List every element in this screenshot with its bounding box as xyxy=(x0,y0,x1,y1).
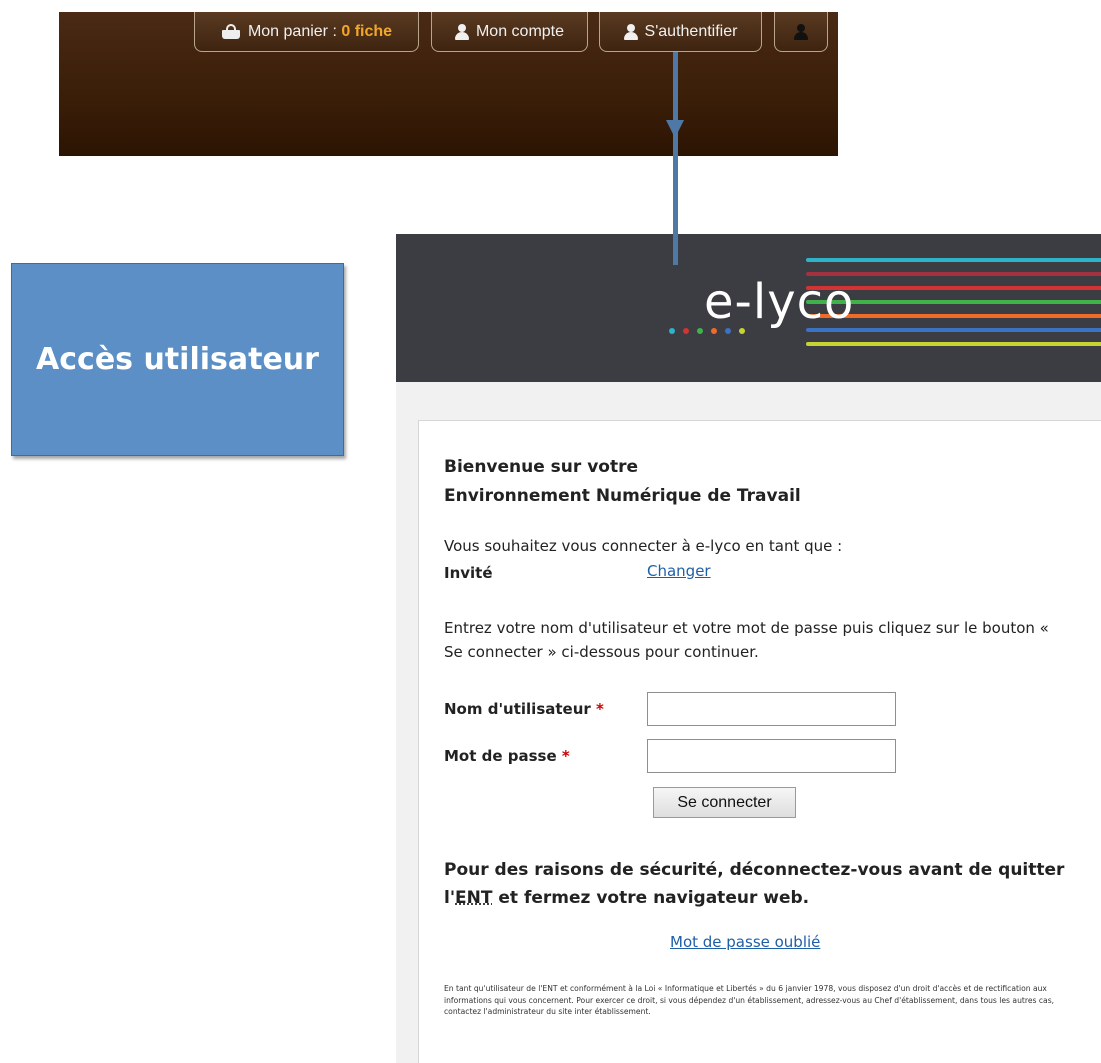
welcome-line-2: Environnement Numérique de Travail xyxy=(444,486,801,506)
top-toolbar: Mon panier : 0 fiche Mon compte S'authen… xyxy=(59,12,838,156)
submit-button[interactable]: Se connecter xyxy=(653,787,796,818)
basket-count: 0 fiche xyxy=(341,22,393,40)
user-icon xyxy=(623,23,638,40)
current-role: Invité xyxy=(444,564,493,582)
forgot-password-link[interactable]: Mot de passe oublié xyxy=(670,933,820,951)
basket-label: Mon panier : xyxy=(247,22,342,40)
username-label: Nom d'utilisateur * xyxy=(444,700,604,718)
change-role-link[interactable]: Changer xyxy=(647,562,711,580)
elyco-logo: e-lyco xyxy=(704,274,855,330)
user-access-callout: Accès utilisateur xyxy=(11,263,344,456)
password-label: Mot de passe * xyxy=(444,747,570,765)
required-mark: * xyxy=(596,700,604,718)
required-mark: * xyxy=(561,747,570,765)
header-stripe xyxy=(806,342,1101,346)
user-dark-icon xyxy=(794,23,808,40)
user-menu-button[interactable] xyxy=(774,12,828,52)
user-icon xyxy=(454,23,469,40)
connector-arrow-line xyxy=(673,52,678,265)
username-input[interactable] xyxy=(647,692,896,726)
ent-abbreviation: ENT xyxy=(455,888,493,908)
welcome-heading: Bienvenue sur votre Environnement Numéri… xyxy=(444,453,801,511)
basket-icon xyxy=(221,23,241,40)
arrow-down-icon xyxy=(666,120,684,138)
welcome-line-1: Bienvenue sur votre xyxy=(444,457,639,477)
security-notice: Pour des raisons de sécurité, déconnecte… xyxy=(444,860,1065,908)
callout-label: Accès utilisateur xyxy=(36,342,319,377)
basket-button[interactable]: Mon panier : 0 fiche xyxy=(194,12,419,52)
connect-as-intro: Vous souhaitez vous connecter à e-lyco e… xyxy=(444,537,843,555)
header-stripe xyxy=(806,258,1101,262)
login-label: S'authentifier xyxy=(644,22,738,40)
account-label: Mon compte xyxy=(475,22,565,40)
login-instructions: Entrez votre nom d'utilisateur et votre … xyxy=(444,619,1049,661)
logo-dots xyxy=(669,328,745,334)
account-button[interactable]: Mon compte xyxy=(431,12,588,52)
elyco-header: e-lyco xyxy=(396,234,1101,382)
password-input[interactable] xyxy=(647,739,896,773)
legal-notice: En tant qu'utilisateur de l'ENT et confo… xyxy=(444,984,1055,1016)
login-button[interactable]: S'authentifier xyxy=(599,12,762,52)
